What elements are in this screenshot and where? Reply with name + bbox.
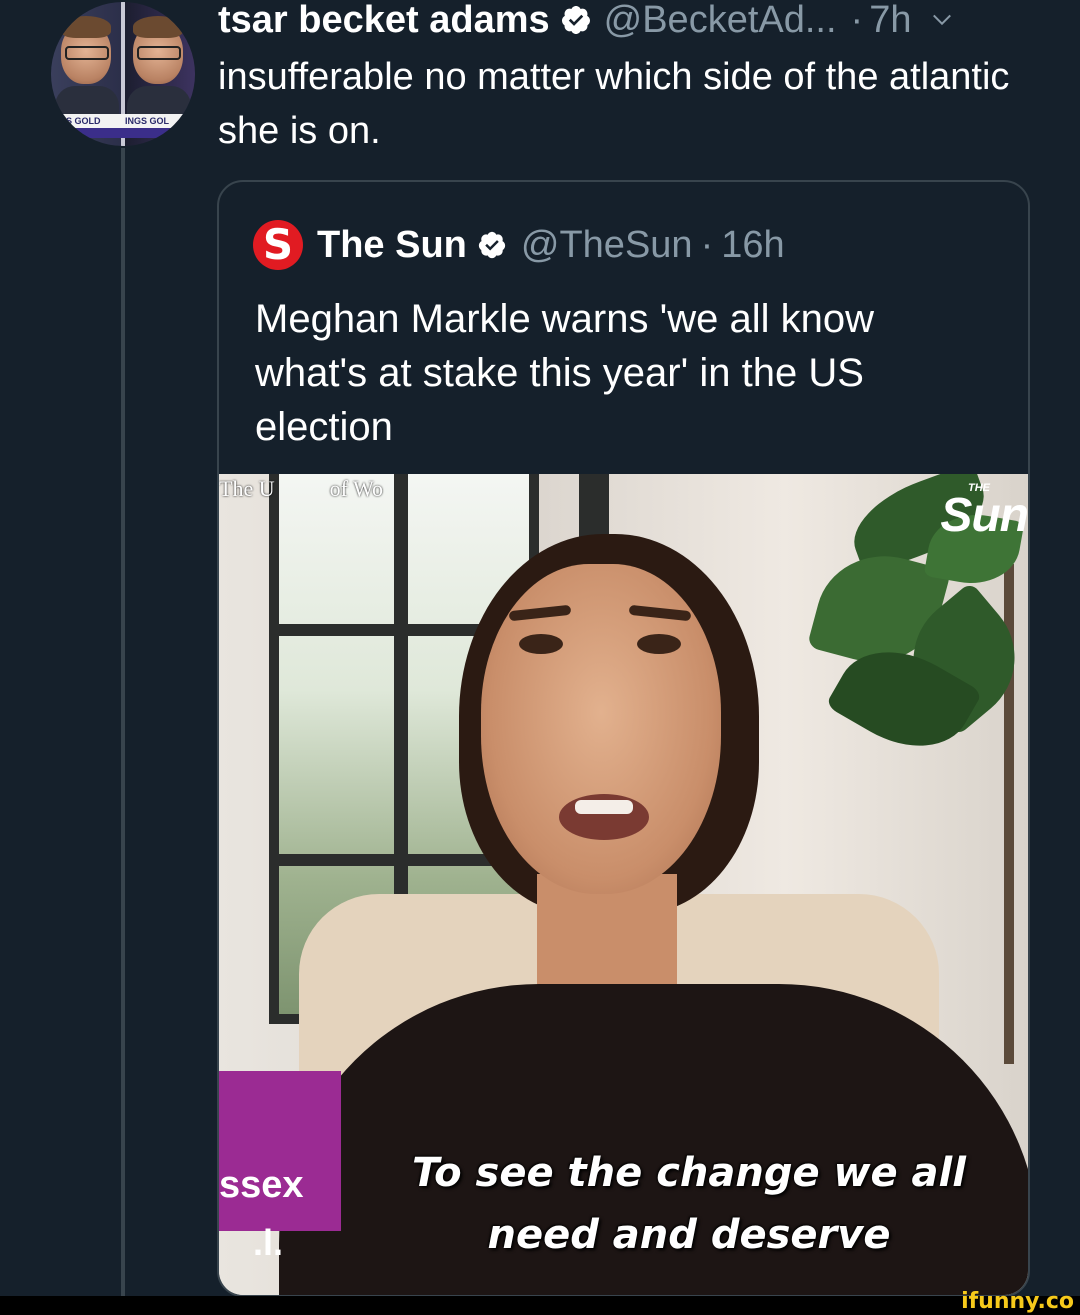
separator-dot: · [850,0,864,41]
the-sun-logo-avatar[interactable]: S [253,220,303,270]
quoted-tweet-card[interactable]: S The Sun @TheSun · 16h Meghan Markle wa… [217,180,1030,1297]
tweet-timestamp[interactable]: 7h [869,0,911,40]
video-caption: To see the change we all need and deserv… [349,1142,1028,1266]
quoted-user-handle[interactable]: @TheSun [521,224,693,267]
user-avatar[interactable]: GS GOLD INGS GOL [51,2,195,146]
person-eye-right [637,634,681,654]
bottom-bar [0,1296,1080,1315]
person-eye-left [519,634,563,654]
the-sun-watermark: THE Sun [878,482,1028,542]
person-mouth [559,794,649,840]
separator-dot: · [700,223,714,266]
verified-badge-icon [478,231,506,259]
person-teeth [575,800,633,814]
avatar-hair-left [61,16,111,38]
user-handle[interactable]: @BecketAd... [604,0,837,40]
quoted-tweet-header: S The Sun @TheSun · 16h [253,220,785,270]
avatar-ticker: GS GOLD INGS GOL [51,114,195,128]
avatar-ticker-right: INGS GOL [125,116,170,126]
avatar-hair-right [133,16,183,38]
avatar-ticker-left: GS GOLD [59,116,101,126]
tweet-screen: GS GOLD INGS GOL tsar becket adams @Beck… [0,0,1080,1315]
caption-line-1: To see the change we all [412,1150,966,1196]
the-sun-watermark-name: Sun [940,489,1028,542]
verified-badge-icon [561,6,590,34]
tweet-text: insufferable no matter which side of the… [218,56,1010,152]
lower-third-text: ssex [219,1164,304,1206]
thread-line [121,148,125,1296]
quoted-tweet-text: Meghan Markle warns 'we all know what's … [255,297,875,449]
video-top-left-watermark: The U of Wo [219,476,384,501]
avatar-ticker-strip [51,128,195,138]
display-name[interactable]: tsar becket adams [218,0,550,40]
ifunny-watermark: ifunny.co [961,1289,1074,1314]
quoted-display-name[interactable]: The Sun [317,224,467,267]
caption-line-2: need and deserve [487,1212,891,1258]
video-thumbnail[interactable]: The U of Wo THE Sun ssex .l. To see the … [219,474,1028,1295]
avatar-glasses-right [137,46,181,60]
chevron-down-icon[interactable] [931,9,953,31]
lower-third-box [219,1071,341,1231]
avatar-glasses-left [65,46,109,60]
quoted-timestamp[interactable]: 16h [721,224,784,267]
tweet-header: tsar becket adams @BecketAd... · 7h [218,0,953,40]
lower-third-subtext: .l. [253,1222,284,1263]
